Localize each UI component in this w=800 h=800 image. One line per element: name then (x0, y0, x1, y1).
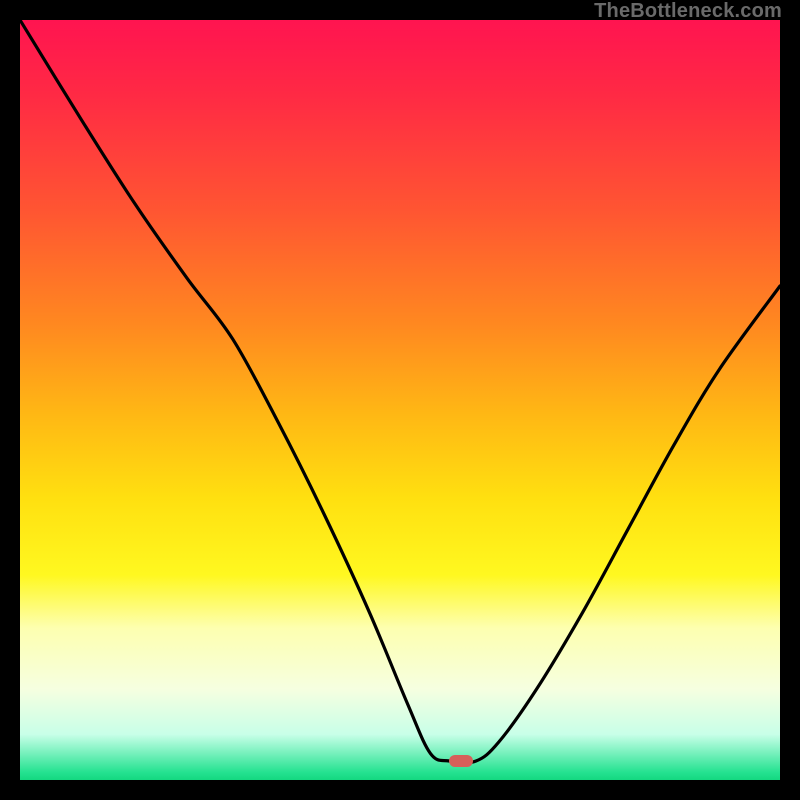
chart-container: TheBottleneck.com (0, 0, 800, 800)
plot-area (20, 20, 780, 780)
bottleneck-curve (20, 20, 780, 763)
curve-svg (20, 20, 780, 780)
optimum-marker (449, 755, 473, 767)
